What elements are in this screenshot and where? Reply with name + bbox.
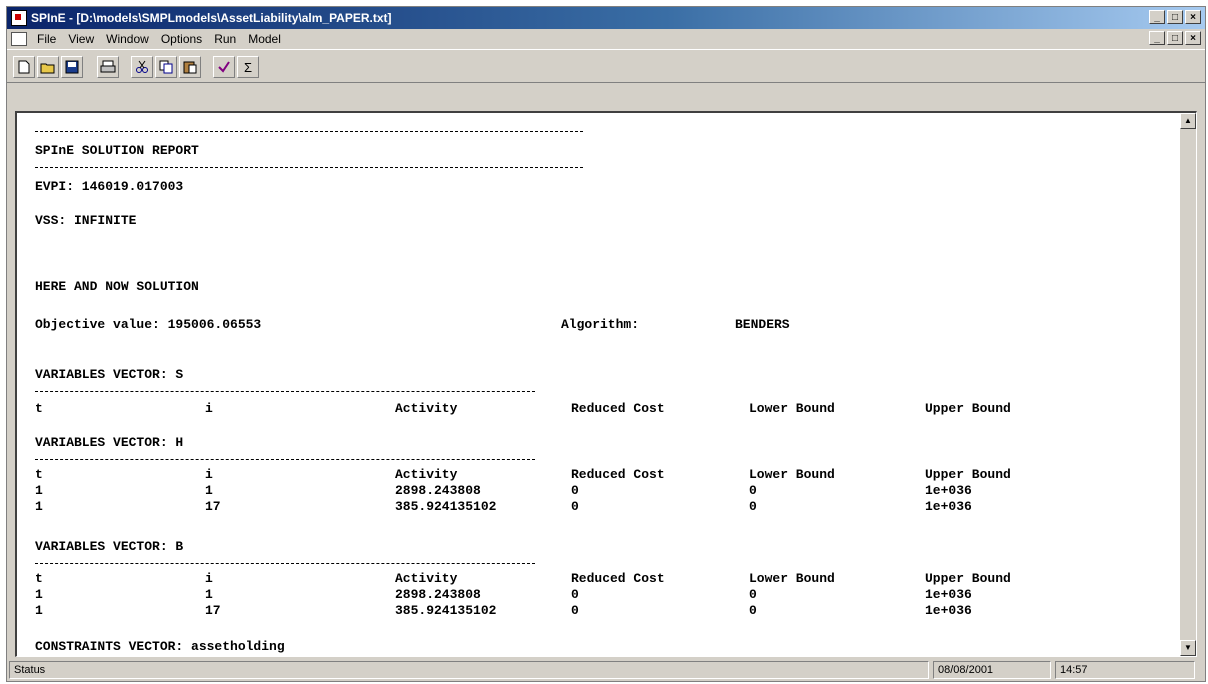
vector-heading: VARIABLES VECTOR: S — [35, 367, 184, 382]
separator — [35, 459, 535, 460]
report-view[interactable]: SPInE SOLUTION REPORT EVPI: 146019.01700… — [15, 111, 1197, 657]
menu-run[interactable]: Run — [208, 32, 242, 46]
minimize-button[interactable]: _ — [1149, 10, 1165, 24]
cell-i: 17 — [205, 499, 221, 514]
separator — [35, 563, 535, 564]
cell-upper-bound: 1e+036 — [925, 499, 972, 514]
open-icon[interactable] — [37, 56, 59, 78]
status-date: 08/08/2001 — [933, 661, 1051, 679]
save-icon[interactable] — [61, 56, 83, 78]
application-window: SPInE - [D:\models\SMPLmodels\AssetLiabi… — [6, 6, 1206, 682]
status-time: 14:57 — [1055, 661, 1195, 679]
toolbar: Σ — [7, 49, 1205, 83]
cell-reduced-cost: 0 — [571, 483, 579, 498]
title-bar[interactable]: SPInE - [D:\models\SMPLmodels\AssetLiabi… — [7, 7, 1205, 29]
cell-t: 1 — [35, 499, 43, 514]
cell-i: 17 — [205, 603, 221, 618]
paste-icon[interactable] — [179, 56, 201, 78]
cell-upper-bound: 1e+036 — [925, 587, 972, 602]
app-icon[interactable] — [11, 10, 27, 26]
check-icon[interactable] — [213, 56, 235, 78]
objective-value: Objective value: 195006.06553 — [35, 317, 262, 332]
header-lower-bound: Lower Bound — [749, 467, 835, 482]
header-lower-bound: Lower Bound — [749, 401, 835, 416]
constraints-heading: CONSTRAINTS VECTOR: assetholding — [35, 639, 285, 654]
cell-i: 1 — [205, 483, 213, 498]
menu-file[interactable]: File — [31, 32, 62, 46]
header-upper-bound: Upper Bound — [925, 467, 1011, 482]
doc-restore-button[interactable]: □ — [1167, 31, 1183, 45]
cell-activity: 2898.243808 — [395, 483, 481, 498]
cell-lower-bound: 0 — [749, 499, 757, 514]
header-activity: Activity — [395, 467, 458, 482]
close-button[interactable]: × — [1185, 10, 1201, 24]
menu-window[interactable]: Window — [100, 32, 155, 46]
cell-reduced-cost: 0 — [571, 603, 579, 618]
doc-minimize-button[interactable]: _ — [1149, 31, 1165, 45]
cell-lower-bound: 0 — [749, 603, 757, 618]
header-reduced-cost: Reduced Cost — [571, 401, 665, 416]
separator — [35, 167, 583, 168]
evpi-line: EVPI: 146019.017003 — [35, 179, 184, 194]
header-upper-bound: Upper Bound — [925, 401, 1011, 416]
cell-i: 1 — [205, 587, 213, 602]
header-activity: Activity — [395, 401, 458, 416]
doc-close-button[interactable]: × — [1185, 31, 1201, 45]
algorithm-label: Algorithm: — [561, 317, 640, 332]
scroll-up-icon[interactable]: ▲ — [1180, 113, 1196, 129]
report-title: SPInE SOLUTION REPORT — [35, 143, 199, 158]
menu-bar: File View Window Options Run Model _ □ × — [7, 29, 1205, 49]
header-t: t — [35, 401, 43, 416]
vertical-scrollbar[interactable]: ▲ ▼ — [1180, 113, 1196, 656]
header-reduced-cost: Reduced Cost — [571, 571, 665, 586]
cell-lower-bound: 0 — [749, 483, 757, 498]
separator — [35, 391, 535, 392]
cell-upper-bound: 1e+036 — [925, 483, 972, 498]
menu-model[interactable]: Model — [242, 32, 287, 46]
vector-heading: VARIABLES VECTOR: H — [35, 435, 184, 450]
cell-t: 1 — [35, 603, 43, 618]
copy-icon[interactable] — [155, 56, 177, 78]
status-text: Status — [9, 661, 929, 679]
separator — [35, 131, 583, 132]
cell-activity: 385.924135102 — [395, 499, 497, 514]
cell-reduced-cost: 0 — [571, 499, 579, 514]
header-t: t — [35, 467, 43, 482]
header-i: i — [205, 401, 213, 416]
cell-upper-bound: 1e+036 — [925, 603, 972, 618]
header-upper-bound: Upper Bound — [925, 571, 1011, 586]
header-activity: Activity — [395, 571, 458, 586]
algorithm-value: BENDERS — [735, 317, 790, 332]
status-bar: Status 08/08/2001 14:57 — [7, 657, 1205, 681]
menu-view[interactable]: View — [62, 32, 100, 46]
cell-activity: 2898.243808 — [395, 587, 481, 602]
vss-line: VSS: INFINITE — [35, 213, 137, 228]
scroll-down-icon[interactable]: ▼ — [1180, 640, 1196, 656]
header-i: i — [205, 467, 213, 482]
header-lower-bound: Lower Bound — [749, 571, 835, 586]
cell-reduced-cost: 0 — [571, 587, 579, 602]
menu-options[interactable]: Options — [155, 32, 208, 46]
vector-heading: VARIABLES VECTOR: B — [35, 539, 184, 554]
header-reduced-cost: Reduced Cost — [571, 467, 665, 482]
print-icon[interactable] — [97, 56, 119, 78]
cell-t: 1 — [35, 483, 43, 498]
report-text: SPInE SOLUTION REPORT EVPI: 146019.01700… — [17, 113, 1180, 656]
window-title: SPInE - [D:\models\SMPLmodels\AssetLiabi… — [31, 11, 392, 25]
cell-lower-bound: 0 — [749, 587, 757, 602]
here-and-now-heading: HERE AND NOW SOLUTION — [35, 279, 199, 294]
cut-icon[interactable] — [131, 56, 153, 78]
document-icon[interactable] — [11, 32, 27, 46]
maximize-button[interactable]: □ — [1167, 10, 1183, 24]
header-t: t — [35, 571, 43, 586]
cell-t: 1 — [35, 587, 43, 602]
new-icon[interactable] — [13, 56, 35, 78]
cell-activity: 385.924135102 — [395, 603, 497, 618]
sigma-icon[interactable]: Σ — [237, 56, 259, 78]
header-i: i — [205, 571, 213, 586]
